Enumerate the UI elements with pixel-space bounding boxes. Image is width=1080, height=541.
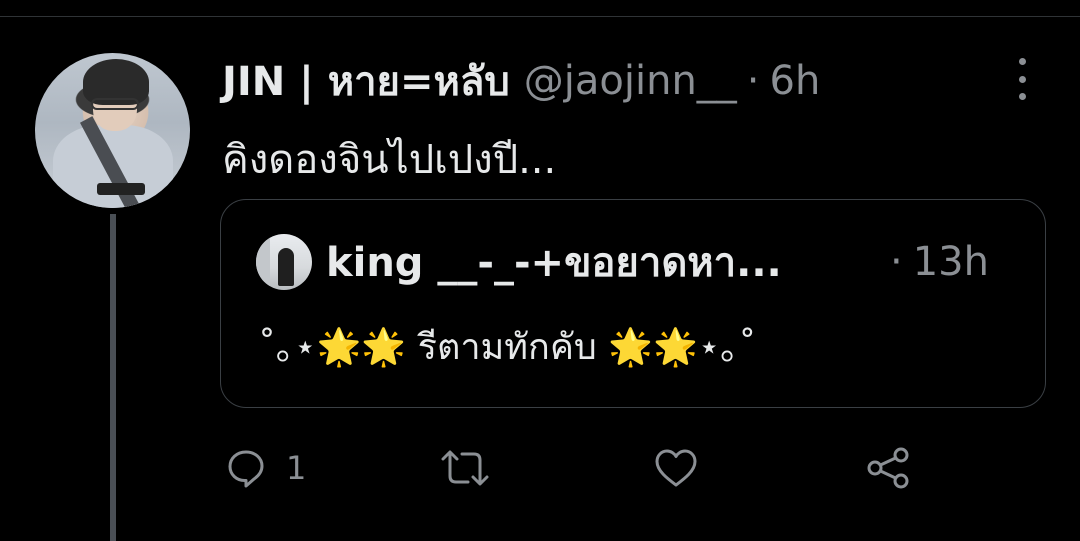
header-separator: · [746,58,760,104]
tweet-text: คิงดองจินไปเปงปี... [222,137,557,183]
author-display-name[interactable]: JIN | หาย=หลับ [222,49,510,113]
retweet-button[interactable] [440,444,490,492]
top-divider [0,16,1080,17]
avatar-phone [97,183,145,195]
like-button[interactable] [654,444,698,492]
reply-icon [228,450,264,488]
quoted-tweet-meta: · 13h [890,234,989,290]
quoted-author-display-name: king __-_-+ขอยาดหา... [326,240,782,286]
more-options-icon[interactable] [1010,58,1034,100]
share-icon [867,447,909,489]
quoted-avatar-person [278,248,294,286]
quoted-tweet-timestamp: 13h [912,239,989,285]
quoted-avatar-wall [256,234,270,290]
quoted-tweet-header: king __-_-+ขอยาดหา... [326,234,782,290]
like-icon [655,449,697,487]
retweet-icon [441,450,489,486]
reply-button[interactable]: 1 [226,444,306,492]
share-button[interactable] [866,444,910,492]
quoted-header-separator: · [890,239,903,285]
tweet-header: JIN | หาย=หลับ @jaojinn__ · 6h [222,55,820,107]
reply-count: 1 [286,449,307,487]
avatar-glasses [91,98,139,110]
author-handle[interactable]: @jaojinn__ [524,58,737,104]
author-avatar[interactable] [35,53,190,208]
quoted-author-avatar [256,234,312,290]
quoted-tweet-text: ˚｡⋆🌟🌟 รีตามทักคับ 🌟🌟⋆｡˚ [258,327,757,368]
thread-line [110,214,116,541]
tweet-timestamp[interactable]: 6h [770,58,821,104]
